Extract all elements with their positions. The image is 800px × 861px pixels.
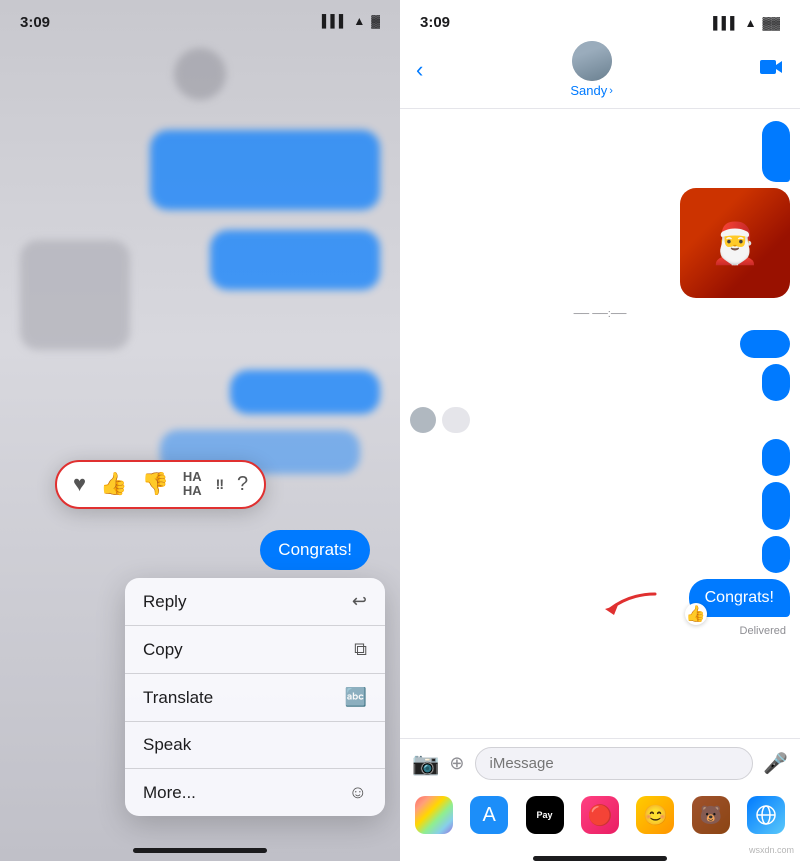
reaction-exclaim[interactable]: !!	[216, 476, 223, 492]
context-menu: Reply ↩ Copy ⧉ Translate 🔤 Speak More...…	[125, 578, 385, 816]
blurred-bubble-1	[150, 130, 380, 210]
message-bubble-6	[762, 439, 790, 476]
message-bubble-8	[762, 536, 790, 573]
contact-avatar	[572, 41, 612, 81]
reply-icon: ↩	[352, 591, 367, 612]
signal-icon-right: ▌▌▌	[713, 16, 739, 30]
message-row-5	[410, 407, 790, 433]
menu-label-reply: Reply	[143, 592, 186, 612]
menu-label-translate: Translate	[143, 688, 213, 708]
chat-area: 🎅 ── ──:──	[400, 109, 800, 738]
congrats-bubble-left: Congrats!	[260, 530, 370, 570]
message-bubble-3	[740, 330, 790, 358]
contact-name-label: Sandy	[570, 83, 607, 98]
message-row-4	[410, 364, 790, 401]
message-row-1	[410, 121, 790, 182]
dock-sticker[interactable]: 🐻	[692, 796, 730, 834]
video-call-button[interactable]	[760, 58, 784, 82]
avatar-image	[572, 41, 612, 81]
timestamp-1: ── ──:──	[410, 308, 790, 320]
blurred-bubble-2	[210, 230, 380, 290]
message-row-congrats: Congrats! 👍	[410, 579, 790, 617]
home-indicator-left	[133, 848, 267, 853]
status-icons-left: ▌▌▌ ▲ ▓	[322, 14, 380, 28]
audio-icon[interactable]: 🎤	[763, 751, 788, 776]
message-row-7	[410, 482, 790, 530]
reaction-thumbsdown[interactable]: 👎	[141, 471, 168, 497]
status-time-left: 3:09	[20, 14, 50, 31]
image-content: 🎅	[680, 188, 790, 298]
more-icon: ☺	[349, 782, 367, 803]
red-arrow	[600, 589, 660, 624]
menu-label-speak: Speak	[143, 735, 191, 755]
dock-photos[interactable]	[415, 796, 453, 834]
camera-icon[interactable]: 📷	[412, 751, 439, 777]
appstore-icon: A	[482, 804, 495, 827]
dock-globe[interactable]	[747, 796, 785, 834]
image-bubble: 🎅	[680, 188, 790, 298]
wifi-icon-right: ▲	[745, 16, 757, 30]
blurred-image-bubble	[20, 240, 130, 350]
menu-item-speak[interactable]: Speak	[125, 722, 385, 769]
message-row-3	[410, 330, 790, 358]
battery-icon-right: ▓▓	[763, 16, 781, 30]
apps-icon[interactable]: ⊕	[449, 753, 464, 774]
left-panel: 3:09 ▌▌▌ ▲ ▓ ♥ 👍 👎 HAHA !! ? Congrats! R…	[0, 0, 400, 861]
message-bubble-5	[442, 407, 470, 433]
menu-item-more[interactable]: More... ☺	[125, 769, 385, 816]
globe-icon	[755, 804, 777, 826]
menu-item-copy[interactable]: Copy ⧉	[125, 626, 385, 674]
message-row-8	[410, 536, 790, 573]
blurred-avatar	[174, 48, 226, 100]
home-indicator-right	[533, 856, 667, 861]
menu-label-copy: Copy	[143, 640, 183, 660]
message-row-6	[410, 439, 790, 476]
sender-avatar	[410, 407, 436, 433]
chevron-icon: ›	[609, 85, 613, 97]
congrats-wrapper: Congrats! 👍	[689, 579, 790, 617]
menu-item-reply[interactable]: Reply ↩	[125, 578, 385, 626]
message-input[interactable]	[475, 747, 754, 780]
message-row-2: 🎅	[410, 188, 790, 298]
wifi-icon: ▲	[353, 14, 365, 28]
back-button[interactable]: ‹	[416, 57, 423, 83]
reaction-question[interactable]: ?	[237, 473, 248, 496]
delivered-status: Delivered	[410, 625, 786, 637]
signal-icon: ▌▌▌	[322, 14, 348, 28]
reaction-haha[interactable]: HAHA	[183, 470, 202, 499]
copy-icon: ⧉	[354, 639, 367, 660]
translate-icon: 🔤	[345, 687, 367, 708]
menu-item-translate[interactable]: Translate 🔤	[125, 674, 385, 722]
reaction-bar[interactable]: ♥ 👍 👎 HAHA !! ?	[55, 460, 266, 509]
status-icons-right: ▌▌▌ ▲ ▓▓	[713, 16, 780, 30]
dock-appstore[interactable]: A	[470, 796, 508, 834]
message-bubble-7	[762, 482, 790, 530]
dock-memoji[interactable]: 😊	[636, 796, 674, 834]
status-time-right: 3:09	[420, 14, 450, 31]
message-bubble-1	[762, 121, 790, 182]
contact-info[interactable]: Sandy ›	[570, 41, 613, 98]
applepay-icon: Pay	[537, 810, 553, 820]
status-bar-right: 3:09 ▌▌▌ ▲ ▓▓	[400, 0, 800, 37]
dock-animoji[interactable]: 🔴	[581, 796, 619, 834]
thumbsup-reaction: 👍	[685, 603, 707, 625]
reaction-heart[interactable]: ♥	[73, 471, 86, 497]
watermark: wsxdn.com	[749, 845, 794, 855]
message-bubble-4	[762, 364, 790, 401]
app-dock: A Pay 🔴 😊 🐻	[400, 788, 800, 850]
dock-applepay[interactable]: Pay	[526, 796, 564, 834]
contact-name: Sandy ›	[570, 83, 613, 98]
right-panel: 3:09 ▌▌▌ ▲ ▓▓ ‹ Sandy ›	[400, 0, 800, 861]
input-bar: 📷 ⊕ 🎤	[400, 738, 800, 788]
blurred-bubble-3	[230, 370, 380, 414]
nav-header: ‹ Sandy ›	[400, 37, 800, 109]
battery-icon: ▓	[371, 14, 380, 28]
menu-label-more: More...	[143, 783, 196, 803]
reaction-thumbsup[interactable]: 👍	[100, 471, 127, 497]
